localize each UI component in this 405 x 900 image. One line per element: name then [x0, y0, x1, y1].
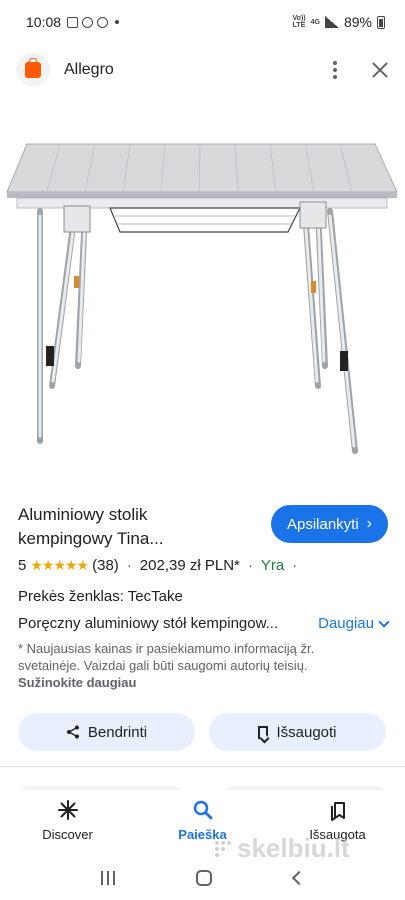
brand-text: Prekės ženklas: TecTake — [18, 588, 183, 605]
share-button-label: Bendrinti — [87, 723, 148, 741]
app-title: Allegro — [64, 61, 114, 78]
more-options-icon[interactable] — [325, 57, 345, 83]
rating-stars-icon: ★★★★★ — [30, 557, 89, 573]
network-gen: 4G — [310, 18, 320, 26]
rating-value: 5 — [18, 557, 27, 574]
save-button-label: Išsaugoti — [276, 723, 337, 741]
lte-text: LTE — [292, 22, 306, 29]
divider — [0, 766, 405, 767]
rating-row: 5 ★★★★★ (38) · 202,39 zł PLN* · Yra · — [18, 557, 301, 574]
separator-dot: · — [126, 557, 132, 574]
more-link-label: Daugiau — [318, 615, 374, 632]
search-icon — [193, 800, 212, 819]
viber-notification-icon — [97, 16, 109, 28]
back-icon[interactable] — [292, 870, 307, 886]
battery-icon — [377, 15, 385, 29]
separator-dot: · — [292, 557, 298, 574]
product-title-row: Aluminiowy stolik kempingowy Tina... Aps… — [18, 503, 388, 551]
gallery-notification-icon — [67, 16, 79, 28]
volte-text: Vo)) — [292, 15, 306, 22]
save-button[interactable]: Išsaugoti — [209, 713, 386, 751]
chevron-down-icon — [378, 615, 390, 628]
recent-apps-icon[interactable] — [100, 871, 115, 885]
share-button[interactable]: Bendrinti — [18, 713, 195, 751]
bookmark-icon — [258, 725, 269, 739]
nav-discover[interactable]: Discover — [0, 790, 135, 850]
close-icon[interactable] — [371, 61, 389, 79]
visit-button[interactable]: Apsilankyti › — [270, 505, 388, 543]
signal-icon — [324, 16, 339, 28]
visit-button-label: Apsilankyti — [286, 515, 359, 533]
separator-dot: · — [247, 557, 253, 574]
product-image[interactable] — [0, 96, 405, 480]
app-header: Allegro — [0, 44, 405, 96]
messenger-notification-icon — [82, 16, 94, 28]
allegro-logo-icon — [16, 53, 50, 87]
review-count: (38) — [92, 557, 119, 574]
volte-indicator: Vo)) LTE — [293, 15, 306, 29]
disclaimer-text: * Naujausias kainas ir pasiekiamumo info… — [18, 641, 315, 673]
saved-collections-icon — [330, 801, 345, 821]
status-time: 10:08 — [26, 14, 62, 30]
share-icon — [66, 725, 79, 739]
more-link[interactable]: Daugiau — [318, 615, 390, 632]
learn-more-link[interactable]: Sužinokite daugiau — [18, 675, 136, 690]
system-nav — [0, 856, 405, 900]
home-icon[interactable] — [196, 870, 213, 886]
disclaimer: * Naujausias kainas ir pasiekiamumo info… — [18, 640, 368, 691]
more-notifications-icon — [115, 20, 120, 24]
asterisk-icon — [57, 799, 78, 820]
actions-row: Bendrinti Išsaugoti — [18, 713, 386, 751]
battery-percent: 89% — [343, 14, 372, 30]
description-text: Poręczny aluminiowy stół kempingow... — [18, 615, 279, 632]
nav-discover-label: Discover — [42, 826, 93, 842]
stock-status: Yra — [260, 557, 285, 574]
product-title: Aluminiowy stolik kempingowy Tina... — [18, 505, 164, 548]
chevron-right-icon: › — [366, 515, 372, 532]
status-bar: 10:08 Vo)) LTE 4G 89% — [0, 0, 405, 44]
product-price: 202,39 zł PLN* — [139, 557, 240, 574]
description-row: Poręczny aluminiowy stół kempingow... Da… — [18, 615, 390, 632]
